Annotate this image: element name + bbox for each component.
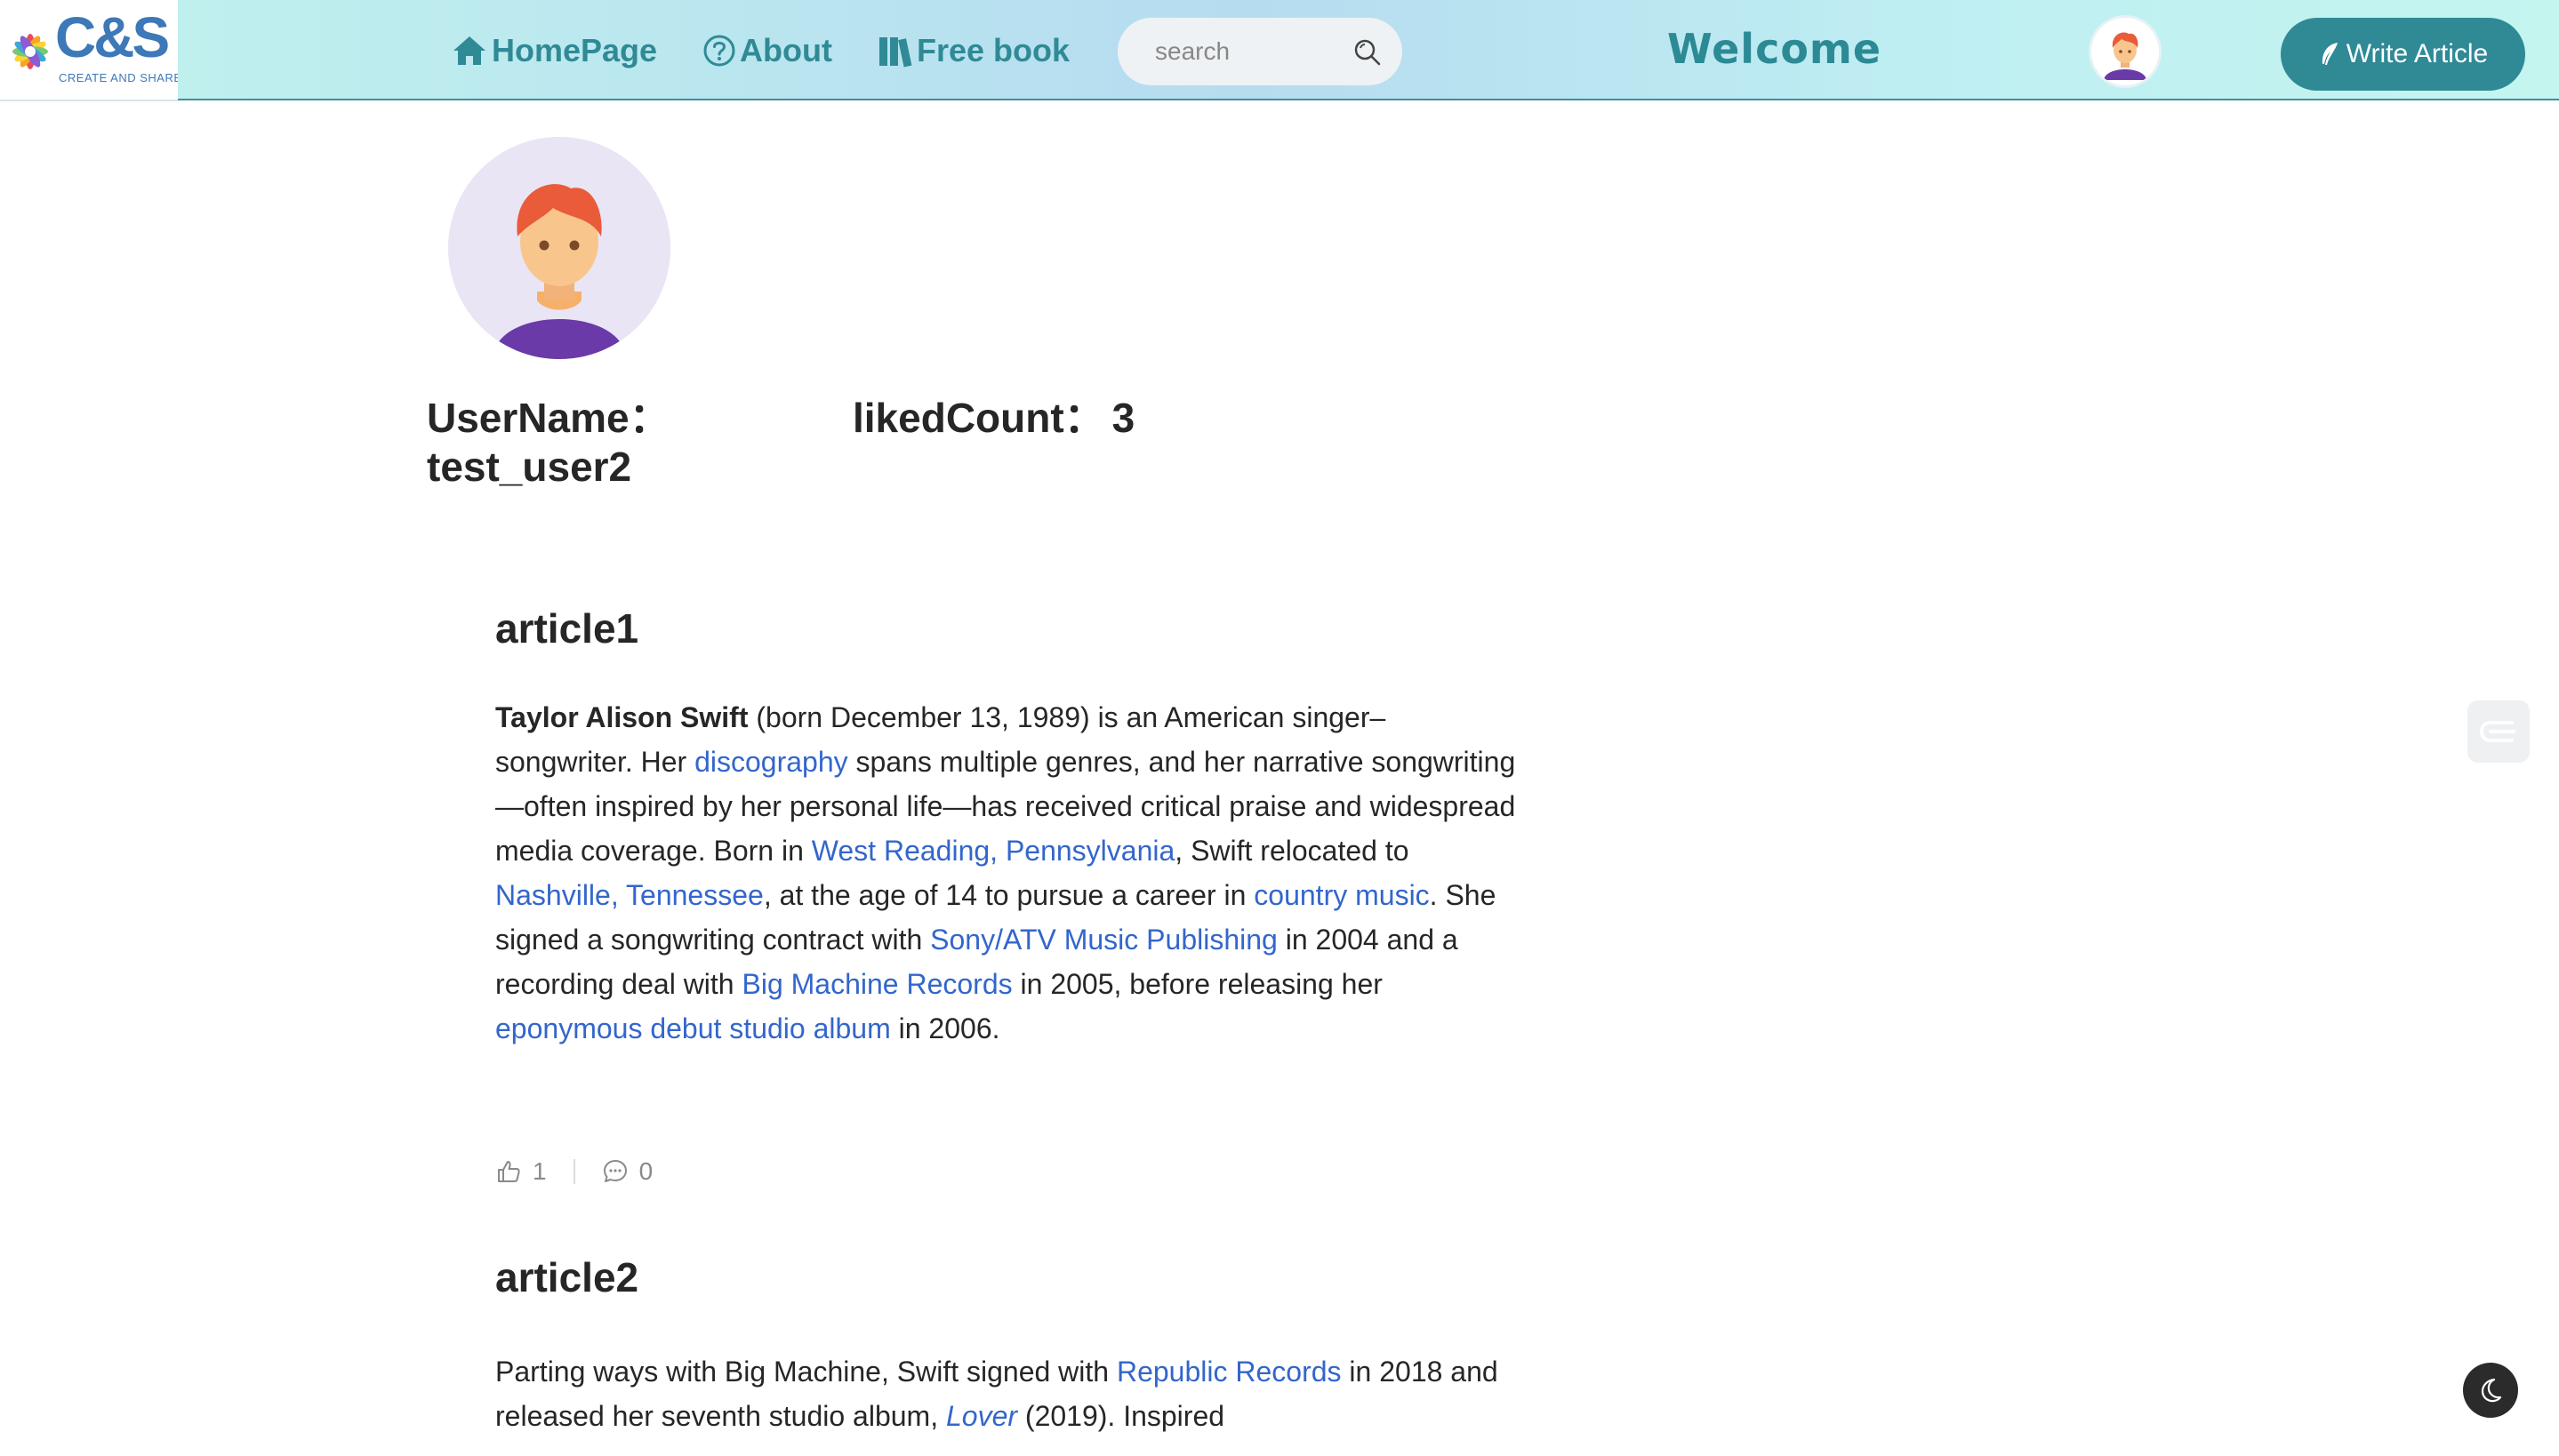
question-circle-icon	[703, 35, 735, 67]
logo[interactable]: C&S CREATE AND SHARE	[0, 0, 181, 101]
link-lover[interactable]: Lover	[946, 1400, 1017, 1432]
username-value: test_user2	[427, 444, 632, 490]
liked-count: likedCount： 3	[853, 386, 1135, 444]
link-country-music[interactable]: country music	[1254, 879, 1429, 911]
flower-logo-icon	[12, 34, 48, 69]
article-text: (2019). Inspired	[1017, 1400, 1225, 1432]
liked-count-value: 3	[1111, 395, 1135, 441]
article-title[interactable]: article2	[495, 1253, 1518, 1301]
search-input[interactable]	[1153, 36, 1352, 67]
link-west-reading[interactable]: West Reading, Pennsylvania	[812, 835, 1175, 867]
like-button[interactable]: 1	[495, 1157, 547, 1186]
write-article-label: Write Article	[2346, 39, 2489, 68]
logo-subtitle: CREATE AND SHARE	[59, 71, 182, 84]
article-stats: 1 0	[495, 1154, 653, 1189]
welcome-text: Welcome	[1667, 25, 1882, 73]
article-bold-name: Taylor Alison Swift	[495, 701, 749, 733]
article-text: in 2006.	[890, 1012, 1000, 1044]
top-navbar: HomePage About Free book Welcome	[178, 0, 2559, 100]
write-article-button[interactable]: Write Article	[2281, 18, 2525, 91]
article-text: , Swift relocated to	[1175, 835, 1409, 867]
logo-text: C&S	[55, 5, 170, 69]
nav-free-book-label: Free book	[917, 32, 1071, 68]
article-text: Parting ways with Big Machine, Swift sig…	[495, 1356, 1117, 1388]
nav-free-book[interactable]: Free book	[878, 28, 1070, 73]
link-sony-atv[interactable]: Sony/ATV Music Publishing	[930, 924, 1278, 956]
search-icon[interactable]	[1352, 37, 1383, 68]
link-republic-records[interactable]: Republic Records	[1117, 1356, 1342, 1388]
user-avatar[interactable]	[2091, 18, 2159, 85]
article-text: in 2005, before releasing her	[1012, 968, 1383, 1000]
nav-homepage[interactable]: HomePage	[451, 28, 657, 73]
link-big-machine[interactable]: Big Machine Records	[742, 968, 1012, 1000]
like-count: 1	[533, 1157, 547, 1185]
link-nashville[interactable]: Nashville, Tennessee	[495, 879, 764, 911]
nav-about-label: About	[740, 32, 832, 68]
comment-count: 0	[638, 1157, 654, 1185]
dark-mode-toggle[interactable]	[2463, 1363, 2518, 1418]
article-card[interactable]: article2 Parting ways with Big Machine, …	[495, 1253, 1518, 1438]
article-title[interactable]: article1	[495, 604, 1518, 652]
search-bar	[1118, 18, 1402, 85]
home-icon	[453, 36, 485, 65]
thumbs-up-icon	[498, 1161, 520, 1182]
side-tool-icon	[2479, 721, 2515, 742]
article-text: , at the age of 14 to pursue a career in	[763, 879, 1255, 911]
moon-icon	[2481, 1378, 2502, 1403]
article-body: Parting ways with Big Machine, Swift sig…	[495, 1349, 1518, 1438]
comment-button[interactable]: 0	[602, 1157, 654, 1186]
article-body: Taylor Alison Swift (born December 13, 1…	[495, 695, 1518, 1051]
username-label: UserName：	[427, 395, 670, 441]
profile-avatar-icon	[448, 137, 670, 359]
link-discography[interactable]: discography	[694, 746, 848, 778]
profile-avatar	[448, 137, 670, 359]
liked-count-label: likedCount：	[853, 395, 1105, 441]
article-card[interactable]: article1 Taylor Alison Swift (born Decem…	[495, 604, 1518, 1051]
user-avatar-icon	[2091, 18, 2159, 85]
feather-icon	[2322, 43, 2338, 65]
link-debut-album[interactable]: eponymous debut studio album	[495, 1012, 891, 1044]
nav-about[interactable]: About	[702, 28, 832, 73]
stats-divider	[573, 1159, 575, 1184]
books-icon	[879, 37, 912, 68]
comment-icon	[603, 1160, 627, 1182]
nav-homepage-label: HomePage	[492, 32, 658, 68]
side-tool-button[interactable]	[2467, 700, 2530, 763]
